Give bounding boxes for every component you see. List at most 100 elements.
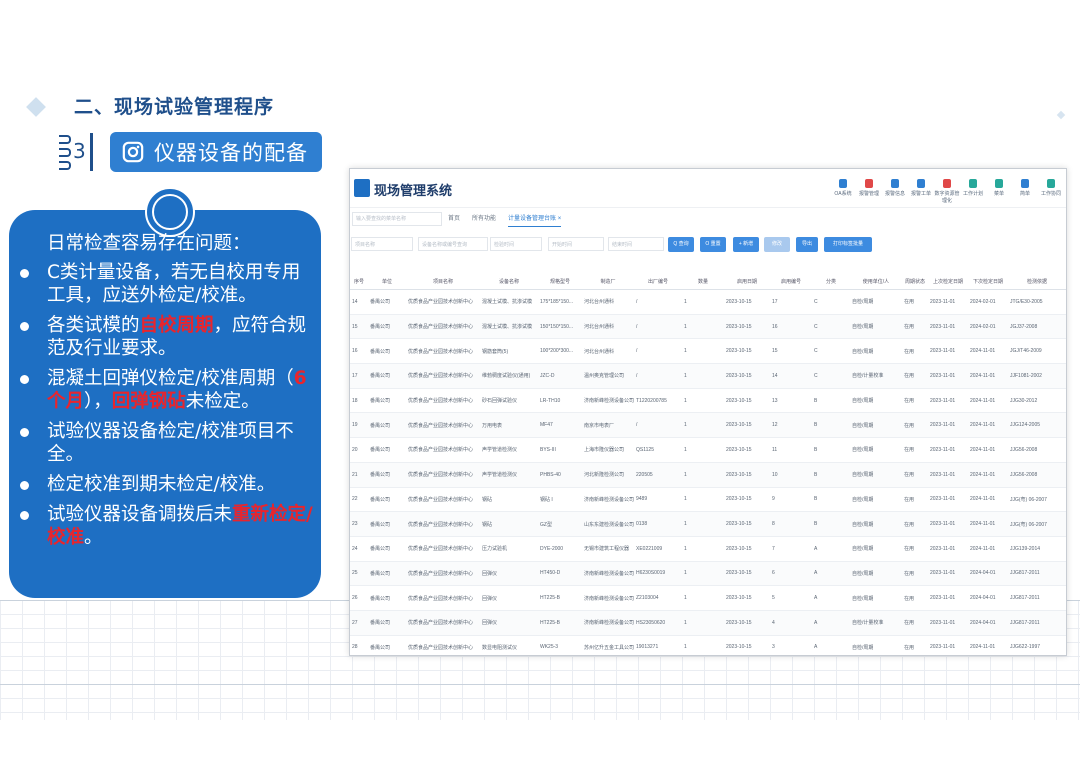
column-header[interactable]: 启用编号 xyxy=(770,273,812,290)
toolbar-button[interactable]: 报警工单 xyxy=(908,179,934,204)
filter-input[interactable]: 结束时间 xyxy=(608,237,664,251)
table-cell: 河北台州通科 xyxy=(582,314,634,340)
toolbar-button[interactable]: 报警信息 xyxy=(882,179,908,204)
table-cell: 2023-11-01 xyxy=(928,462,968,488)
table-row[interactable]: 18 番禺公司 优质食品产业园技术创新中心 砂石回弹试验仪 LR-TH10 济南新峰检测设… xyxy=(350,388,1066,414)
table-row[interactable]: 16 番禺公司 优质食品产业园技术创新中心 钢筋套筒(5) 100*200*300...… xyxy=(350,338,1066,365)
column-header[interactable]: 使用单位/人 xyxy=(850,273,902,290)
action-button[interactable]: 打印标签批量 xyxy=(824,237,872,252)
action-button[interactable]: 修改 xyxy=(764,237,790,252)
table-cell: WK25-3 xyxy=(538,635,582,655)
table-row[interactable]: 21 番禺公司 优质食品产业园技术创新中心 声学管道检测仪 PHBS-40 河北新隆检测公… xyxy=(350,462,1066,488)
toolbar-icon xyxy=(917,179,925,188)
filter-input[interactable]: 检验时间 xyxy=(490,237,542,251)
filter-input[interactable]: 项目名称 xyxy=(351,237,413,251)
table-cell: LR-TH10 xyxy=(538,388,582,414)
column-header[interactable]: 分类 xyxy=(812,273,850,290)
table-cell: 优质食品产业园技术创新中心 xyxy=(406,363,480,389)
section-title: 二、现场试验管理程序 xyxy=(74,96,275,118)
issue-item: 检定校准到期未检定/校准。 xyxy=(20,473,315,496)
toolbar-icon xyxy=(1021,179,1029,188)
table-cell: JJG139-2014 xyxy=(1008,536,1066,562)
toolbar-button[interactable]: 工作计划 xyxy=(960,179,986,204)
table-row[interactable]: 22 番禺公司 优质食品产业园技术创新中心 钢砧 钢砧 I 济南新峰检测设备公司 9489 1… xyxy=(350,487,1066,513)
subsection-title-box: 仪器设备的配备 xyxy=(110,132,322,172)
column-header[interactable]: 周期状态 xyxy=(902,273,928,290)
table-cell: 河北台州通科 xyxy=(582,338,634,365)
column-header[interactable]: 数量 xyxy=(682,273,724,290)
tab-item[interactable]: 首页 xyxy=(448,212,460,227)
table-cell: / xyxy=(634,289,682,315)
action-button[interactable]: 导出 xyxy=(796,237,818,252)
tab-item[interactable]: 计量设备管理台账 × xyxy=(508,212,562,227)
column-header[interactable]: 设备名称 xyxy=(480,273,538,290)
menu-search-input[interactable]: 输入要查找的菜单名称 xyxy=(352,212,442,226)
action-button[interactable]: + 新增 xyxy=(733,237,759,252)
table-cell: 28 xyxy=(350,635,368,655)
table-row[interactable]: 23 番禺公司 优质食品产业园技术创新中心 钢砧 GZ型 山东东建检测设备公司 0138 1 2… xyxy=(350,511,1066,537)
table-cell: 1 xyxy=(682,289,724,315)
toolbar-button[interactable]: OA系统 xyxy=(830,179,856,204)
table-row[interactable]: 28 番禺公司 优质食品产业园技术创新中心 数显电阻测试仪 WK25-3 苏州亿升五金工具… xyxy=(350,635,1066,655)
filter-input[interactable]: 开始时间 xyxy=(548,237,604,251)
column-header[interactable]: 单位 xyxy=(368,273,406,290)
filter-bar: 项目名称 设备名称或编号查询 检验时间 开始时间 结束时间 Q 查询 O 重置 + 新增 修改导… xyxy=(350,237,1066,255)
table-row[interactable]: 27 番禺公司 优质食品产业园技术创新中心 回弹仪 HT225-B 济南新峰检测设备公司 H… xyxy=(350,610,1066,636)
table-cell: 22 xyxy=(350,487,368,513)
column-header[interactable]: 启用日期 xyxy=(724,273,770,290)
table-cell: / xyxy=(634,412,682,439)
table-cell: 2023-11-01 xyxy=(928,536,968,562)
column-header[interactable]: 规格型号 xyxy=(538,273,582,290)
nav-row: 输入要查找的菜单名称 首页 所有功能 计量设备管理台账 × xyxy=(350,208,1066,230)
column-header[interactable]: 制造厂 xyxy=(582,273,634,290)
column-header[interactable]: 项目名称 xyxy=(406,273,480,290)
table-row[interactable]: 20 番禺公司 优质食品产业园技术创新中心 声学管道检测仪 BYS-III 上海市隆仪器公… xyxy=(350,437,1066,463)
table-cell: 2023-10-15 xyxy=(724,412,770,439)
table-cell: 2024-11-01 xyxy=(968,338,1008,365)
toolbar-button[interactable]: 菜单 xyxy=(986,179,1012,204)
table-row[interactable]: 14 番禺公司 优质食品产业园技术创新中心 混凝土试模、抗渗试模 175*185*150… xyxy=(350,289,1066,315)
table-cell: 2024-11-01 xyxy=(968,437,1008,463)
column-header[interactable]: 出厂编号 xyxy=(634,273,682,290)
toolbar-button[interactable]: 报警管理 xyxy=(856,179,882,204)
action-button[interactable]: Q 查询 xyxy=(668,237,694,252)
table-cell: JJG817-2011 xyxy=(1008,585,1066,611)
table-cell: A xyxy=(812,585,850,611)
table-cell: 万用电表 xyxy=(480,412,538,439)
table-cell: 自检/周期 xyxy=(850,536,902,562)
table-row[interactable]: 15 番禺公司 优质食品产业园技术创新中心 混凝土试模、抗渗试模 150*150*150… xyxy=(350,314,1066,340)
column-header[interactable]: 检测依据 xyxy=(1008,273,1066,290)
table-cell: 2023-10-15 xyxy=(724,536,770,562)
toolbar-button[interactable]: 简单 xyxy=(1012,179,1038,204)
table-row[interactable]: 24 番禺公司 优质食品产业园技术创新中心 压力试验机 DYE-2000 无锡市建筑工程仪… xyxy=(350,536,1066,562)
column-header[interactable]: 序号 xyxy=(350,273,368,290)
table-row[interactable]: 25 番禺公司 优质食品产业园技术创新中心 回弹仪 HT450-D 济南新峰检测设备公司 H… xyxy=(350,561,1066,587)
table-cell: 混凝土试模、抗渗试模 xyxy=(480,314,538,340)
toolbar-button[interactable]: 工作协同 xyxy=(1038,179,1064,204)
table-cell: 14 xyxy=(770,363,812,389)
table-row[interactable]: 19 番禺公司 优质食品产业园技术创新中心 万用电表 MF47 南京市电表厂/1 2023-… xyxy=(350,412,1066,439)
table-cell: B xyxy=(812,462,850,488)
table-cell: 优质食品产业园技术创新中心 xyxy=(406,635,480,655)
issue-text: 试验仪器设备调拨后未 xyxy=(47,504,233,525)
action-button[interactable]: O 重置 xyxy=(700,237,726,252)
table-cell: 1 xyxy=(682,610,724,636)
table-cell: 6 xyxy=(770,561,812,587)
table-cell: 1 xyxy=(682,363,724,389)
table-cell: 2023-10-15 xyxy=(724,289,770,315)
filter-input[interactable]: 设备名称或编号查询 xyxy=(418,237,488,251)
column-header[interactable]: 下次检定日期 xyxy=(968,273,1008,290)
table-cell: 回弹仪 xyxy=(480,610,538,636)
table-row[interactable]: 26 番禺公司 优质食品产业园技术创新中心 回弹仪 HT225-B 济南新峰检测设备公司 Z… xyxy=(350,585,1066,611)
table-row[interactable]: 17 番禺公司 优质食品产业园技术创新中心 维勃稠度试验仪(通用) JZC-D 温州奥克管… xyxy=(350,363,1066,389)
issue-text: ）， xyxy=(84,391,112,412)
table-cell: XE0221009 xyxy=(634,536,682,562)
toolbar-button[interactable]: 数字资源管理化 xyxy=(934,179,960,204)
table-cell: 0138 xyxy=(634,511,682,537)
table-cell: 番禺公司 xyxy=(368,610,406,636)
column-header[interactable]: 上次检定日期 xyxy=(928,273,968,290)
issue-item: C类计量设备，若无自校用专用工具，应送外检定/校准。 xyxy=(20,261,315,307)
toolbar-icon xyxy=(995,179,1003,188)
tab-item[interactable]: 所有功能 xyxy=(472,212,496,227)
table-cell: 2023-11-01 xyxy=(928,561,968,587)
